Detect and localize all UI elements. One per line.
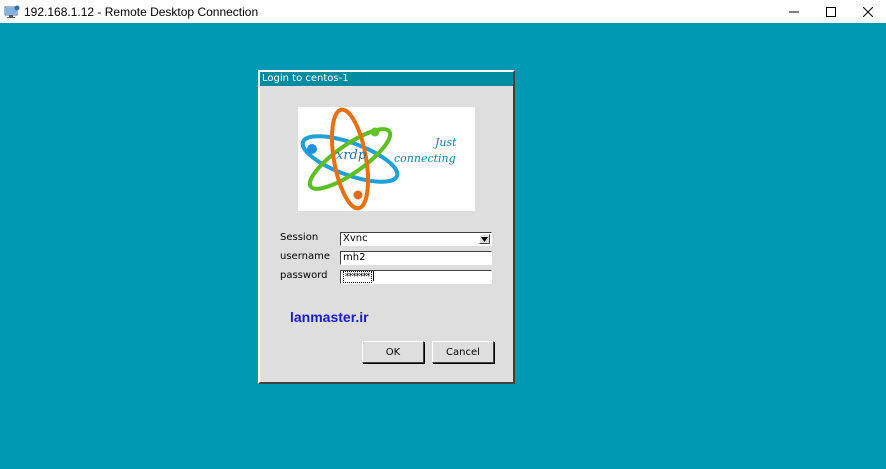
xrdp-logo: xrdp Just connecting	[298, 107, 475, 211]
remote-desktop-icon[interactable]	[4, 4, 20, 20]
session-label: Session	[280, 232, 319, 243]
session-value: Xvnc	[343, 233, 368, 244]
chevron-down-icon[interactable]	[479, 234, 490, 244]
minimize-icon[interactable]	[775, 0, 812, 23]
window-titlebar: 192.168.1.12 - Remote Desktop Connection	[0, 0, 886, 23]
cancel-button[interactable]: Cancel	[432, 341, 494, 363]
dialog-title: Login to centos-1	[260, 72, 513, 86]
password-label: password	[280, 270, 328, 281]
logo-tagline-2: connecting	[394, 152, 456, 165]
password-input[interactable]: *******	[340, 270, 492, 284]
login-dialog: Login to centos-1 xrdp Just connecting S…	[258, 70, 515, 384]
text-caret	[372, 271, 374, 281]
username-label: username	[280, 251, 330, 262]
window-controls	[775, 0, 886, 23]
username-value: mh2	[343, 252, 366, 263]
username-input[interactable]: mh2	[340, 251, 492, 265]
brand-text: lanmaster.ir	[290, 309, 369, 325]
maximize-icon[interactable]	[812, 0, 849, 23]
logo-tagline-1: Just	[435, 136, 457, 149]
close-icon[interactable]	[849, 0, 886, 23]
window-title: 192.168.1.12 - Remote Desktop Connection	[24, 4, 259, 19]
session-select[interactable]: Xvnc	[340, 232, 492, 246]
ok-button[interactable]: OK	[362, 341, 424, 363]
logo-wordmark: xrdp	[336, 148, 367, 163]
password-value: *******	[343, 271, 372, 283]
